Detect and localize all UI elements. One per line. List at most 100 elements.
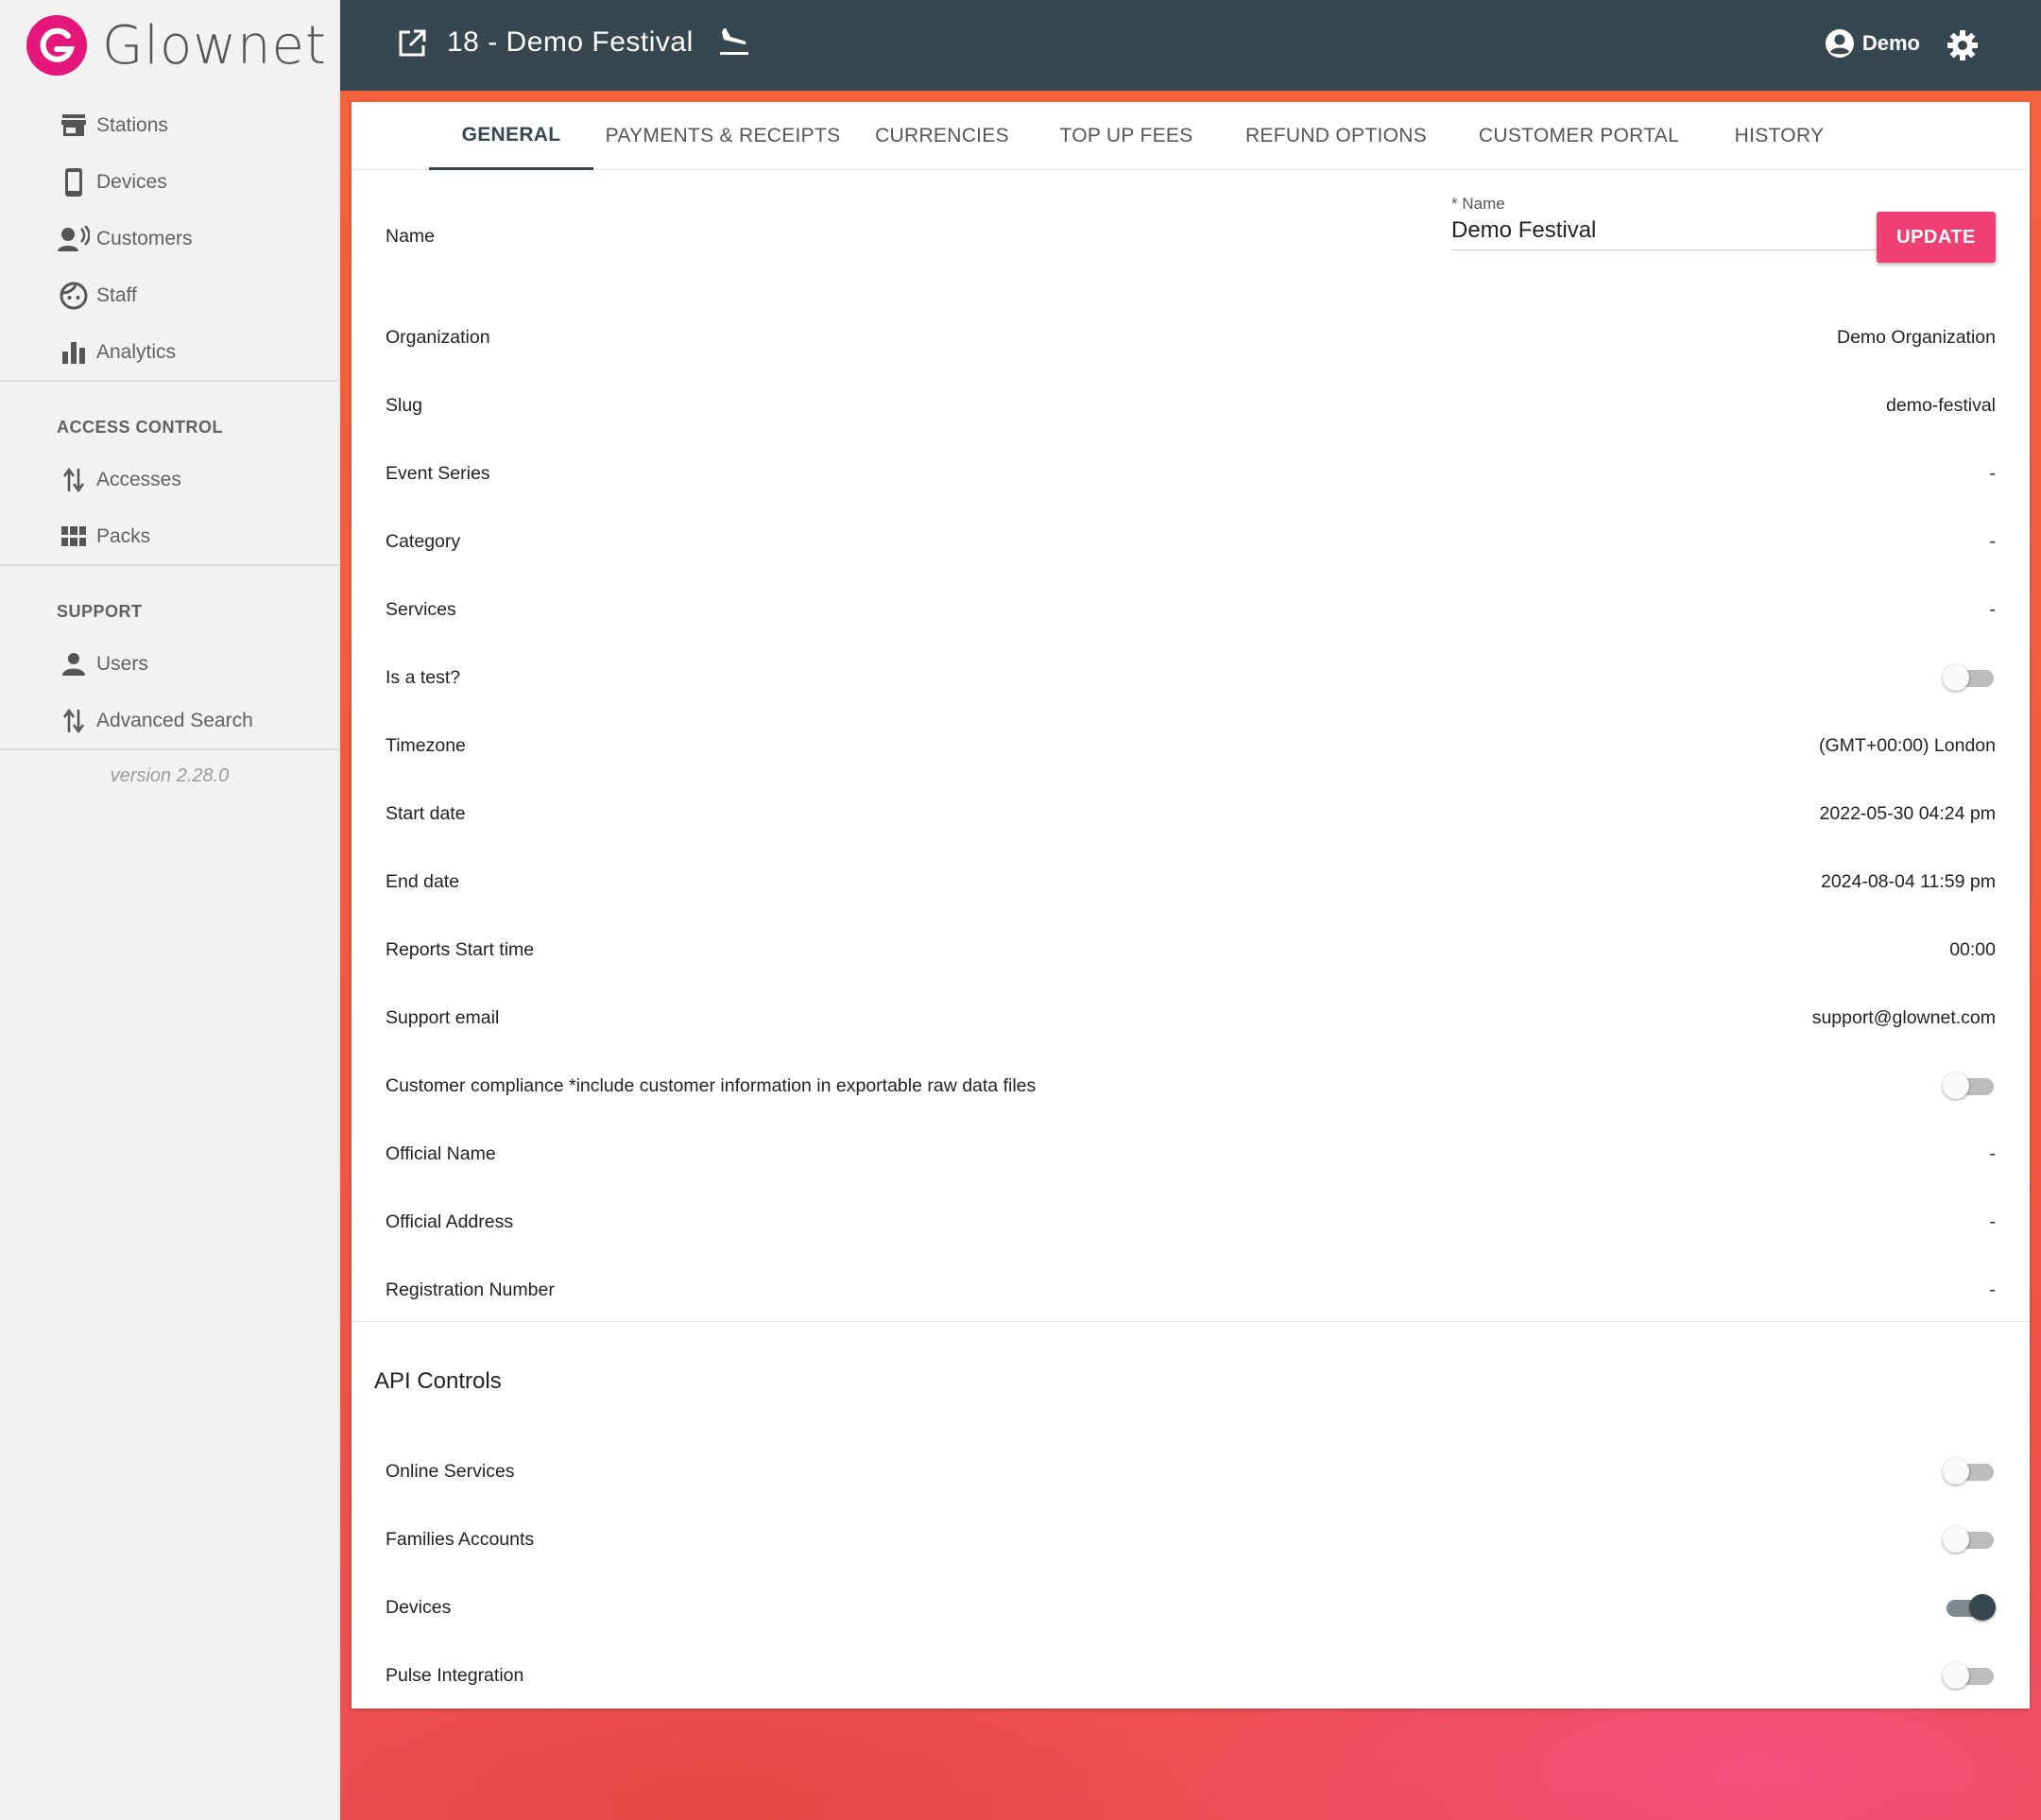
record-voice-icon: [57, 222, 91, 256]
sidebar-divider: [0, 748, 339, 750]
name-row: Name: [386, 202, 1141, 270]
section-divider: [352, 1321, 2030, 1322]
row-value: -: [1989, 1142, 1997, 1164]
tab-refund-options[interactable]: REFUND OPTIONS: [1221, 102, 1451, 170]
bar-chart-icon: [57, 335, 91, 369]
sidebar-item-packs[interactable]: Packs: [57, 513, 331, 560]
grid-icon: [57, 520, 91, 554]
row-value: -: [1989, 462, 1997, 484]
glownet-logo[interactable]: Glownet: [26, 13, 327, 77]
row-label: Name: [386, 225, 436, 247]
row-devices: Devices: [386, 1573, 1996, 1641]
face-icon: [57, 279, 91, 313]
toggle-switch[interactable]: [1943, 1661, 1996, 1690]
row-value: Demo Organization: [1837, 326, 1996, 348]
tab-payments-receipts[interactable]: PAYMENTS & RECEIPTS: [593, 102, 852, 170]
toggle-switch[interactable]: [1943, 663, 1996, 692]
user-menu[interactable]: Demo: [1825, 28, 1920, 59]
sidebar-item-label: Customers: [96, 228, 193, 249]
sidebar-item-label: Users: [96, 653, 148, 675]
row-customer-compliance-include-customer-inf: Customer compliance *include customer in…: [386, 1052, 1996, 1120]
store-icon: [57, 109, 91, 143]
row-label: Is a test?: [386, 666, 461, 688]
api-controls-title: API Controls: [374, 1368, 502, 1394]
row-start-date: Start date 2022-05-30 04:24 pm: [386, 780, 1996, 848]
row-label: Start date: [386, 802, 466, 824]
tab-top-up-fees[interactable]: TOP UP FEES: [1032, 102, 1221, 170]
app-version: version 2.28.0: [110, 765, 230, 786]
row-services: Services -: [386, 575, 1996, 644]
row-is-a-test: Is a test?: [386, 644, 1996, 712]
swap-vert-icon: [57, 463, 91, 497]
row-value: (GMT+00:00) London: [1819, 734, 1996, 756]
row-value: -: [1989, 1210, 1997, 1232]
row-event-series: Event Series -: [386, 439, 1996, 507]
row-label: Category: [386, 530, 461, 552]
row-category: Category -: [386, 507, 1996, 575]
row-online-services: Online Services: [386, 1437, 1996, 1505]
sidebar-item-label: Advanced Search: [96, 710, 253, 731]
row-label: Reports Start time: [386, 938, 535, 960]
sidebar-item-label: Staff: [96, 284, 137, 306]
sidebar-item-label: Devices: [96, 171, 167, 193]
event-title: 18 - Demo Festival: [447, 26, 694, 58]
open-in-new-icon[interactable]: [397, 28, 427, 63]
tab-customer-portal[interactable]: CUSTOMER PORTAL: [1451, 102, 1707, 170]
sidebar-item-customers[interactable]: Customers: [57, 215, 331, 263]
row-label: Services: [386, 598, 456, 620]
brand-name: Glownet: [102, 14, 327, 77]
sidebar-item-advanced-search[interactable]: Advanced Search: [57, 697, 331, 745]
access-control-heading: ACCESS CONTROL: [57, 418, 224, 437]
sidebar-item-label: Accesses: [96, 469, 181, 490]
row-value: -: [1989, 530, 1997, 552]
row-official-name: Official Name -: [386, 1120, 1996, 1188]
toggle-switch[interactable]: [1943, 1457, 1996, 1485]
sidebar-divider: [0, 380, 339, 382]
sidebar-item-users[interactable]: Users: [57, 641, 331, 688]
user-name: Demo: [1861, 31, 1920, 55]
row-label: Official Address: [386, 1210, 514, 1232]
row-label: Families Accounts: [386, 1528, 535, 1550]
row-label: Registration Number: [386, 1279, 555, 1300]
tab-history[interactable]: HISTORY: [1707, 102, 1852, 170]
row-end-date: End date 2024-08-04 11:59 pm: [386, 848, 1996, 916]
support-heading: SUPPORT: [57, 602, 143, 621]
flight-land-icon[interactable]: [718, 25, 750, 61]
row-organization: Organization Demo Organization: [386, 303, 1996, 371]
row-label: Support email: [386, 1006, 500, 1028]
row-value: support@glownet.com: [1811, 1006, 1996, 1028]
sidebar-item-stations[interactable]: Stations: [57, 102, 331, 149]
row-slug: Slug demo-festival: [386, 371, 1996, 439]
account-circle-icon: [1825, 28, 1855, 59]
row-label: Event Series: [386, 462, 490, 484]
sidebar-item-devices[interactable]: Devices: [57, 159, 331, 206]
row-value: demo-festival: [1886, 394, 1996, 416]
glownet-logo-icon: [26, 15, 87, 76]
event-settings-card: GENERAL PAYMENTS & RECEIPTS CURRENCIES T…: [352, 102, 2030, 1708]
tab-general[interactable]: GENERAL: [429, 102, 593, 170]
sidebar-item-label: Stations: [96, 114, 168, 136]
row-value: 2022-05-30 04:24 pm: [1819, 802, 1996, 824]
name-field[interactable]: * Name Demo Festival: [1451, 195, 1877, 250]
row-support-email: Support email support@glownet.com: [386, 984, 1996, 1052]
sidebar-item-staff[interactable]: Staff: [57, 272, 331, 319]
row-label: Pulse Integration: [386, 1664, 524, 1686]
name-field-label: * Name: [1451, 195, 1505, 213]
sidebar-item-accesses[interactable]: Accesses: [57, 456, 331, 504]
row-value: 2024-08-04 11:59 pm: [1820, 870, 1996, 892]
top-bar: 18 - Demo Festival Demo: [340, 0, 2041, 91]
row-registration-number: Registration Number -: [386, 1256, 1996, 1324]
name-input[interactable]: Demo Festival: [1451, 217, 1877, 250]
row-timezone: Timezone (GMT+00:00) London: [386, 712, 1996, 780]
row-label: Online Services: [386, 1460, 515, 1482]
gear-icon[interactable]: [1947, 29, 1979, 66]
tab-currencies[interactable]: CURRENCIES: [852, 102, 1032, 170]
sidebar-item-analytics[interactable]: Analytics: [57, 329, 331, 376]
tab-bar: GENERAL PAYMENTS & RECEIPTS CURRENCIES T…: [352, 102, 2030, 170]
toggle-switch[interactable]: [1943, 1525, 1996, 1554]
row-pulse-integration: Pulse Integration: [386, 1641, 1996, 1709]
toggle-switch[interactable]: [1943, 1593, 1996, 1622]
sidebar-divider: [0, 564, 339, 566]
update-button[interactable]: UPDATE: [1877, 212, 1996, 263]
toggle-switch[interactable]: [1943, 1072, 1996, 1100]
